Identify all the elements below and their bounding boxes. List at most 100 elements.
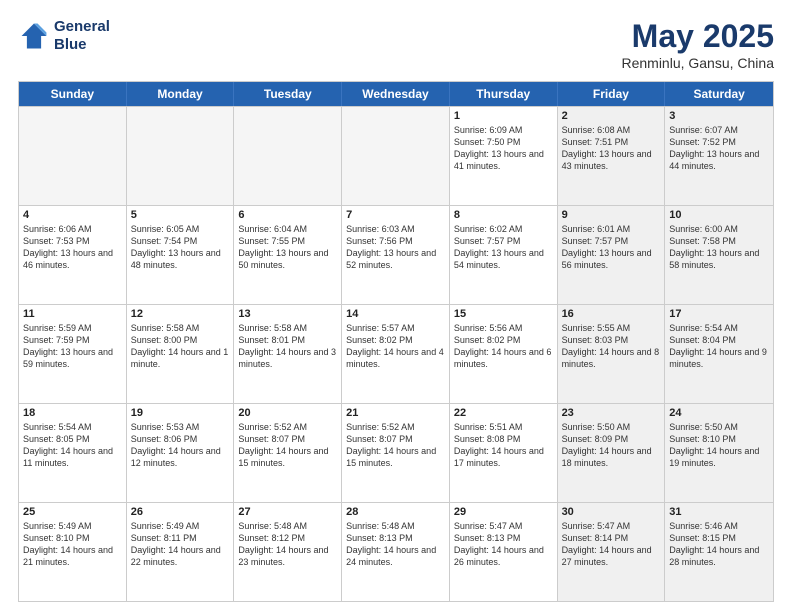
day-cell-29: 29Sunrise: 5:47 AMSunset: 8:13 PMDayligh… (450, 503, 558, 601)
cell-info: Sunrise: 6:07 AMSunset: 7:52 PMDaylight:… (669, 124, 769, 173)
header-day-saturday: Saturday (665, 82, 773, 106)
cell-info: Sunrise: 6:06 AMSunset: 7:53 PMDaylight:… (23, 223, 122, 272)
cell-info: Sunrise: 5:50 AMSunset: 8:09 PMDaylight:… (562, 421, 661, 470)
cell-info: Sunrise: 6:04 AMSunset: 7:55 PMDaylight:… (238, 223, 337, 272)
day-cell-7: 7 Sunrise: 6:03 AMSunset: 7:56 PMDaylight… (342, 206, 450, 304)
title-block: May 2025 Renminlu, Gansu, China (621, 18, 774, 71)
cell-info: Sunrise: 5:59 AMSunset: 7:59 PMDaylight:… (23, 322, 122, 371)
cell-info: Sunrise: 5:52 AMSunset: 8:07 PMDaylight:… (346, 421, 445, 470)
day-number: 22 (454, 407, 553, 419)
day-number: 28 (346, 506, 445, 518)
cell-info: Sunrise: 5:58 AMSunset: 8:00 PMDaylight:… (131, 322, 230, 371)
cell-info: Sunrise: 5:46 AMSunset: 8:15 PMDaylight:… (669, 520, 769, 569)
header: General Blue May 2025 Renminlu, Gansu, C… (18, 18, 774, 71)
cell-info: Sunrise: 6:09 AMSunset: 7:50 PMDaylight:… (454, 124, 553, 173)
cell-info: Sunrise: 6:08 AMSunset: 7:51 PMDaylight:… (562, 124, 661, 173)
day-cell-19: 19 Sunrise: 5:53 AMSunset: 8:06 PMDayligh… (127, 404, 235, 502)
cell-info: Sunrise: 5:48 AMSunset: 8:13 PMDaylight:… (346, 520, 445, 569)
cell-info: Sunrise: 6:05 AMSunset: 7:54 PMDaylight:… (131, 223, 230, 272)
cell-info: Sunrise: 6:01 AMSunset: 7:57 PMDaylight:… (562, 223, 661, 272)
cell-info: Sunrise: 5:52 AMSunset: 8:07 PMDaylight:… (238, 421, 337, 470)
day-cell-22: 22 Sunrise: 5:51 AMSunset: 8:08 PMDayligh… (450, 404, 558, 502)
day-number: 29 (454, 506, 553, 518)
cell-info: Sunrise: 5:47 AMSunset: 8:14 PMDaylight:… (562, 520, 661, 569)
day-cell-24: 24 Sunrise: 5:50 AMSunset: 8:10 PMDayligh… (665, 404, 773, 502)
day-cell-26: 26 Sunrise: 5:49 AMSunset: 8:11 PMDayligh… (127, 503, 235, 601)
day-cell-4: 4 Sunrise: 6:06 AMSunset: 7:53 PMDaylight… (19, 206, 127, 304)
day-cell-8: 8 Sunrise: 6:02 AMSunset: 7:57 PMDaylight… (450, 206, 558, 304)
day-number: 9 (562, 209, 661, 221)
day-cell-1: 1 Sunrise: 6:09 AMSunset: 7:50 PMDaylight… (450, 107, 558, 205)
day-number: 2 (562, 110, 661, 122)
empty-cell (234, 107, 342, 205)
location-subtitle: Renminlu, Gansu, China (621, 55, 774, 71)
day-cell-11: 11Sunrise: 5:59 AMSunset: 7:59 PMDayligh… (19, 305, 127, 403)
calendar-body: 1 Sunrise: 6:09 AMSunset: 7:50 PMDaylight… (19, 106, 773, 601)
cell-info: Sunrise: 5:51 AMSunset: 8:08 PMDaylight:… (454, 421, 553, 470)
day-cell-25: 25 Sunrise: 5:49 AMSunset: 8:10 PMDayligh… (19, 503, 127, 601)
day-number: 19 (131, 407, 230, 419)
day-number: 27 (238, 506, 337, 518)
calendar: SundayMondayTuesdayWednesdayThursdayFrid… (18, 81, 774, 602)
day-cell-6: 6 Sunrise: 6:04 AMSunset: 7:55 PMDaylight… (234, 206, 342, 304)
day-number: 25 (23, 506, 122, 518)
day-number: 8 (454, 209, 553, 221)
day-number: 30 (562, 506, 661, 518)
calendar-header-row: SundayMondayTuesdayWednesdayThursdayFrid… (19, 82, 773, 106)
cell-info: Sunrise: 5:54 AMSunset: 8:04 PMDaylight:… (669, 322, 769, 371)
empty-cell (342, 107, 450, 205)
day-number: 3 (669, 110, 769, 122)
cell-info: Sunrise: 5:50 AMSunset: 8:10 PMDaylight:… (669, 421, 769, 470)
day-cell-3: 3 Sunrise: 6:07 AMSunset: 7:52 PMDaylight… (665, 107, 773, 205)
header-day-thursday: Thursday (450, 82, 558, 106)
day-cell-27: 27 Sunrise: 5:48 AMSunset: 8:12 PMDayligh… (234, 503, 342, 601)
day-number: 17 (669, 308, 769, 320)
day-cell-14: 14 Sunrise: 5:57 AMSunset: 8:02 PMDayligh… (342, 305, 450, 403)
day-cell-2: 2 Sunrise: 6:08 AMSunset: 7:51 PMDaylight… (558, 107, 666, 205)
logo-icon (18, 20, 50, 52)
header-day-sunday: Sunday (19, 82, 127, 106)
day-cell-15: 15Sunrise: 5:56 AMSunset: 8:02 PMDayligh… (450, 305, 558, 403)
day-cell-9: 9 Sunrise: 6:01 AMSunset: 7:57 PMDaylight… (558, 206, 666, 304)
cell-info: Sunrise: 6:03 AMSunset: 7:56 PMDaylight:… (346, 223, 445, 272)
day-number: 26 (131, 506, 230, 518)
day-number: 18 (23, 407, 122, 419)
day-cell-16: 16 Sunrise: 5:55 AMSunset: 8:03 PMDayligh… (558, 305, 666, 403)
cell-info: Sunrise: 5:54 AMSunset: 8:05 PMDaylight:… (23, 421, 122, 470)
header-day-tuesday: Tuesday (234, 82, 342, 106)
day-number: 1 (454, 110, 553, 122)
day-number: 23 (562, 407, 661, 419)
day-cell-23: 23 Sunrise: 5:50 AMSunset: 8:09 PMDayligh… (558, 404, 666, 502)
day-number: 10 (669, 209, 769, 221)
day-number: 4 (23, 209, 122, 221)
day-cell-20: 20Sunrise: 5:52 AMSunset: 8:07 PMDayligh… (234, 404, 342, 502)
day-number: 24 (669, 407, 769, 419)
day-number: 7 (346, 209, 445, 221)
day-cell-13: 13Sunrise: 5:58 AMSunset: 8:01 PMDayligh… (234, 305, 342, 403)
day-cell-28: 28 Sunrise: 5:48 AMSunset: 8:13 PMDayligh… (342, 503, 450, 601)
page: General Blue May 2025 Renminlu, Gansu, C… (0, 0, 792, 612)
cell-info: Sunrise: 5:48 AMSunset: 8:12 PMDaylight:… (238, 520, 337, 569)
day-cell-31: 31 Sunrise: 5:46 AMSunset: 8:15 PMDayligh… (665, 503, 773, 601)
day-number: 16 (562, 308, 661, 320)
cal-row-0: 1 Sunrise: 6:09 AMSunset: 7:50 PMDaylight… (19, 106, 773, 205)
cal-row-3: 18 Sunrise: 5:54 AMSunset: 8:05 PMDayligh… (19, 403, 773, 502)
cell-info: Sunrise: 5:49 AMSunset: 8:11 PMDaylight:… (131, 520, 230, 569)
cell-info: Sunrise: 5:49 AMSunset: 8:10 PMDaylight:… (23, 520, 122, 569)
day-cell-5: 5Sunrise: 6:05 AMSunset: 7:54 PMDaylight… (127, 206, 235, 304)
cell-info: Sunrise: 5:57 AMSunset: 8:02 PMDaylight:… (346, 322, 445, 371)
cal-row-2: 11Sunrise: 5:59 AMSunset: 7:59 PMDayligh… (19, 304, 773, 403)
day-number: 13 (238, 308, 337, 320)
day-number: 6 (238, 209, 337, 221)
day-number: 31 (669, 506, 769, 518)
day-cell-18: 18 Sunrise: 5:54 AMSunset: 8:05 PMDayligh… (19, 404, 127, 502)
cell-info: Sunrise: 5:55 AMSunset: 8:03 PMDaylight:… (562, 322, 661, 371)
day-cell-17: 17 Sunrise: 5:54 AMSunset: 8:04 PMDayligh… (665, 305, 773, 403)
header-day-friday: Friday (558, 82, 666, 106)
cell-info: Sunrise: 6:02 AMSunset: 7:57 PMDaylight:… (454, 223, 553, 272)
day-cell-12: 12 Sunrise: 5:58 AMSunset: 8:00 PMDayligh… (127, 305, 235, 403)
day-number: 12 (131, 308, 230, 320)
day-number: 14 (346, 308, 445, 320)
cell-info: Sunrise: 5:53 AMSunset: 8:06 PMDaylight:… (131, 421, 230, 470)
day-cell-30: 30 Sunrise: 5:47 AMSunset: 8:14 PMDayligh… (558, 503, 666, 601)
